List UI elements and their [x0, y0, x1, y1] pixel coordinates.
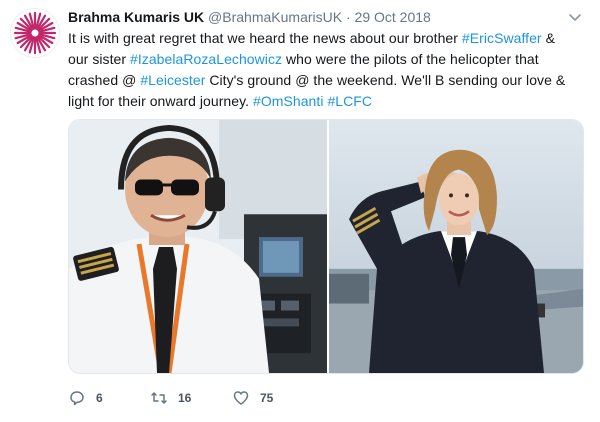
text-segment: It is with great regret that we heard th…	[68, 30, 462, 46]
hashtag-leicester[interactable]: #Leicester	[140, 72, 205, 88]
author-handle[interactable]: @BrahmaKumarisUK	[208, 9, 342, 25]
like-button[interactable]: 75	[232, 388, 273, 408]
like-count: 75	[260, 391, 274, 405]
avatar[interactable]	[10, 8, 60, 58]
separator-dot: ·	[345, 9, 351, 25]
tweet-line: crashed @ #Leicester City's ground @ the…	[68, 70, 588, 91]
retweet-button[interactable]: 16	[150, 388, 191, 408]
tweet-line: our sister #IzabelaRozaLechowicz who wer…	[68, 49, 588, 70]
text-segment: light for their onward journey.	[68, 93, 253, 109]
tweet-header: Brahma Kumaris UK @BrahmaKumarisUK · 29 …	[68, 8, 584, 26]
hashtag-omshanti[interactable]: #OmShanti	[253, 93, 323, 109]
chevron-down-icon[interactable]	[566, 8, 584, 26]
author-name[interactable]: Brahma Kumaris UK	[68, 9, 204, 25]
retweet-icon	[151, 392, 167, 404]
reply-count: 6	[96, 391, 103, 405]
tweet-text: It is with great regret that we heard th…	[68, 28, 588, 112]
hashtag-lcfc[interactable]: #LCFC	[327, 93, 372, 109]
reply-icon	[70, 391, 84, 406]
tweet-line: It is with great regret that we heard th…	[68, 28, 588, 49]
retweet-count: 16	[178, 391, 192, 405]
tweet-media	[68, 119, 584, 374]
reply-button[interactable]: 6	[68, 388, 103, 408]
text-segment: City's ground @ the weekend. We'll B sen…	[205, 72, 566, 88]
text-segment: &	[541, 30, 555, 46]
hashtag-ericswaffer[interactable]: #EricSwaffer	[462, 30, 542, 46]
text-segment: who were the pilots of the helicopter th…	[282, 51, 539, 67]
photo-male-pilot[interactable]	[69, 120, 327, 373]
brahma-kumaris-logo	[13, 11, 57, 55]
text-segment: crashed @	[68, 72, 141, 88]
heart-icon	[233, 391, 249, 405]
text-segment: our sister	[68, 51, 131, 67]
tweet-line: light for their onward journey. #OmShant…	[68, 91, 588, 112]
hashtag-izabela[interactable]: #IzabelaRozaLechowicz	[130, 51, 282, 67]
photo-female-pilot[interactable]	[329, 120, 584, 373]
tweet-actions: 6 16 75	[68, 388, 368, 408]
tweet-date[interactable]: 29 Oct 2018	[355, 9, 431, 25]
